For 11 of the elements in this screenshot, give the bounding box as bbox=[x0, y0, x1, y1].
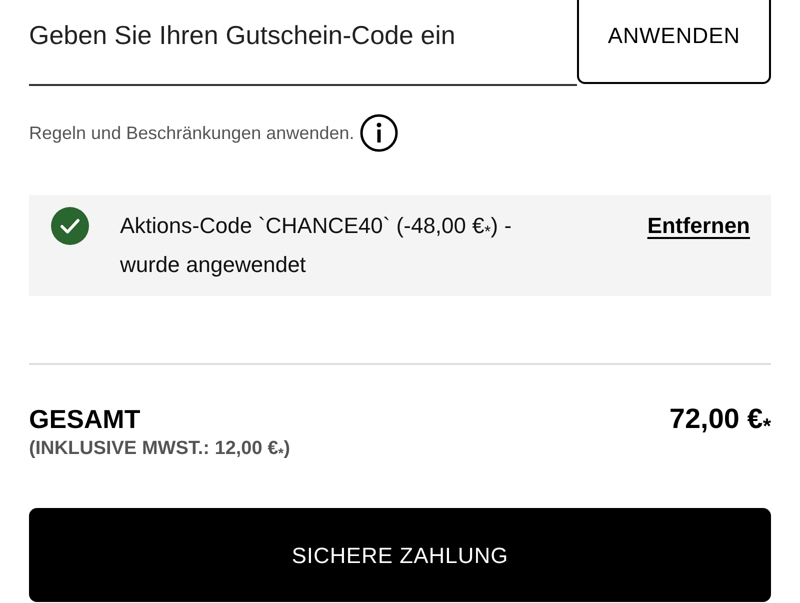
secure-payment-button[interactable]: SICHERE ZAHLUNG bbox=[29, 508, 771, 602]
info-icon[interactable] bbox=[360, 114, 398, 152]
tax-note: (INKLUSIVE MWST.: 12,00 €$_{*}$) bbox=[29, 437, 290, 462]
total-amount: 72,00 €$_{*}$ bbox=[669, 403, 771, 435]
promo-applied-message: Aktions-Code `CHANCE40` (-48,00 €$_{*}$) - wurde angewendet bbox=[120, 212, 513, 279]
apply-button[interactable]: ANWENDEN bbox=[577, 0, 771, 84]
total-label: GESAMT bbox=[29, 403, 140, 435]
rules-note: Regeln und Beschränkungen anwenden. bbox=[29, 122, 354, 145]
check-circle-icon bbox=[51, 207, 89, 245]
coupon-code-field[interactable]: Geben Sie Ihren Gutschein-Code ein bbox=[29, 0, 577, 86]
remove-link[interactable]: Entfernen bbox=[647, 206, 750, 245]
